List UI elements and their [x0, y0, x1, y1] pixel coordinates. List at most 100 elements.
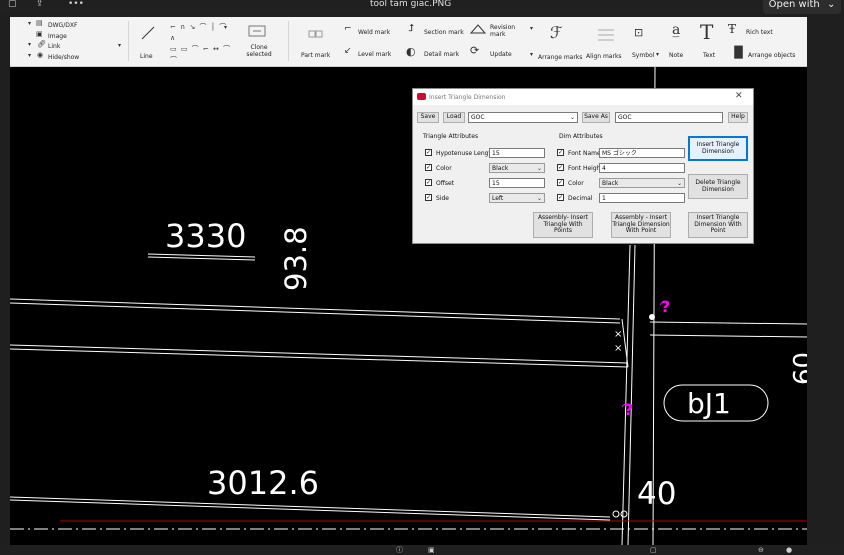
chevron-down-icon[interactable]: ▾ [530, 26, 533, 32]
chevron-down-icon[interactable]: ▾ [28, 21, 31, 27]
dim-color-select[interactable]: Black ⌄ [599, 178, 685, 188]
dim-color-checkbox[interactable]: ✓ [557, 179, 564, 186]
font-name-checkbox[interactable]: ✓ [557, 149, 564, 156]
hypotenuse-checkbox[interactable]: ✓ [425, 149, 432, 156]
line-icon[interactable] [140, 25, 156, 41]
arrange-marks-icon[interactable]: ℱ [550, 25, 563, 41]
dwg-icon: ▤ [36, 19, 43, 27]
align-marks-icon[interactable] [596, 27, 616, 43]
font-name-input[interactable]: MS ゴシック [599, 148, 685, 158]
image-icon[interactable]: ▢ [8, 0, 17, 9]
color-label: Color [436, 165, 452, 172]
assembly-insert-with-point-button[interactable]: Assembly - Insert Triangle Dimension Wit… [611, 212, 671, 238]
rich-text-icon[interactable]: Ŧ [728, 23, 736, 35]
revision-mark-icon[interactable] [470, 24, 486, 34]
save-as-name-input[interactable]: GOC [615, 112, 723, 123]
weld-mark-button[interactable]: Weld mark [358, 29, 390, 36]
chevron-down-icon[interactable]: ▾ [530, 52, 533, 58]
triangle-attributes-group: Triangle Attributes [423, 133, 479, 140]
question-mark: ? [661, 297, 671, 316]
load-button[interactable]: Load [443, 112, 465, 123]
symbol-icon[interactable]: ⊡ [634, 27, 643, 38]
fit-icon[interactable]: ▢ [650, 546, 657, 554]
weld-mark-icon[interactable]: ⌐ [344, 25, 352, 34]
line-button[interactable]: Line [140, 53, 153, 60]
zoom-out-icon[interactable]: ⊖ [758, 546, 764, 554]
detail-mark-icon[interactable]: ◐ [406, 46, 416, 57]
color-select[interactable]: Black ⌄ [489, 163, 545, 173]
font-height-input[interactable]: 4 [599, 163, 685, 173]
beam-line [10, 302, 621, 324]
hide-show-button[interactable]: Hide/show [48, 54, 79, 61]
open-with-button[interactable]: Open with ⌄ [763, 0, 841, 14]
hypotenuse-input[interactable]: 15 [489, 148, 545, 158]
offset-checkbox[interactable]: ✓ [425, 179, 432, 186]
align-marks-button[interactable]: Align marks [586, 53, 622, 60]
part-mark-button[interactable]: Part mark [301, 52, 330, 59]
arrange-marks-button[interactable]: Arrange marks [538, 54, 582, 61]
symbol-button[interactable]: Symbol [632, 52, 654, 59]
save-button[interactable]: Save [417, 112, 439, 123]
decimal-checkbox[interactable]: ✓ [557, 194, 564, 201]
chevron-down-icon[interactable]: ▾ [28, 42, 31, 48]
assembly-insert-with-points-button[interactable]: Assembly- Insert Triangle With Points [533, 212, 593, 238]
arrange-objects-button[interactable]: Arrange objects [748, 52, 795, 59]
preset-select[interactable]: GOC ⌄ [468, 112, 578, 123]
link-button[interactable]: Link [48, 43, 60, 50]
shape-row[interactable]: ▭ ▭ ⌒ ⌐ ↔ ⌒ ⌒ [170, 44, 236, 66]
text-icon[interactable]: T [700, 22, 713, 42]
rich-text-button[interactable]: Rich text [746, 29, 773, 36]
more-icon[interactable]: ••• [68, 0, 84, 9]
open-with-label: Open with [768, 0, 820, 10]
offset-input[interactable]: 15 [489, 178, 545, 188]
dialog-titlebar[interactable]: Insert Triangle Dimension ✕ [413, 89, 753, 105]
font-height-checkbox[interactable]: ✓ [557, 164, 564, 171]
side-checkbox[interactable]: ✓ [425, 194, 432, 201]
cross-mark: × [614, 329, 622, 340]
chevron-down-icon[interactable]: ▾ [118, 43, 121, 49]
chevron-down-icon[interactable]: ▾ [28, 53, 31, 59]
zoom-slider-thumb[interactable]: ● [786, 546, 792, 554]
clone-icon[interactable] [248, 25, 266, 37]
close-icon[interactable]: ✕ [735, 91, 743, 101]
app-icon [417, 93, 426, 100]
level-mark-button[interactable]: Level mark [358, 51, 391, 58]
color-checkbox[interactable]: ✓ [425, 164, 432, 171]
image-button[interactable]: Image [48, 33, 67, 40]
decimal-input[interactable]: 1 [599, 193, 685, 203]
arrange-objects-icon[interactable]: ▐▌ [730, 47, 747, 58]
update-icon[interactable]: ⟳ [470, 45, 479, 56]
photo-viewer-bar: ▢ ⇪ ••• tool tam giac.PNG Open with ⌄ [0, 0, 844, 14]
dimension-93-8: 93.8 [279, 226, 313, 291]
font-name-label: Font Name [568, 150, 601, 157]
delete-triangle-dimension-button[interactable]: Delete Triangle Dimension [688, 174, 748, 199]
save-as-button[interactable]: Save As [582, 112, 610, 123]
level-mark-icon[interactable]: ↙ [344, 47, 352, 56]
insert-triangle-dimension-button[interactable]: Insert Triangle Dimension [688, 136, 748, 161]
help-button[interactable]: Help [728, 112, 748, 123]
note-icon[interactable]: a̲ [672, 23, 680, 37]
side-label: Side [436, 195, 449, 202]
update-button[interactable]: Update [490, 51, 512, 58]
part-mark-icon[interactable] [308, 29, 324, 41]
section-mark-icon[interactable]: ⮥ [408, 24, 414, 34]
detail-mark-button[interactable]: Detail mark [424, 51, 459, 58]
chevron-down-icon[interactable]: ▾ [224, 25, 227, 31]
section-mark-button[interactable]: Section mark [424, 29, 464, 36]
insert-with-point-button[interactable]: Insert Triangle Dimension With Point [688, 212, 748, 238]
revision-mark-button[interactable]: Revision mark [490, 24, 530, 38]
chevron-down-icon[interactable]: ▾ [656, 52, 659, 58]
dwg-dxf-button[interactable]: DWG/DXF [48, 22, 77, 29]
cross-mark: × [614, 343, 622, 354]
edit-icon[interactable]: ▣ [428, 546, 435, 554]
side-select[interactable]: Left ⌄ [489, 193, 545, 203]
clone-selected-button[interactable]: Clone selected [244, 44, 274, 58]
text-button[interactable]: Text [703, 52, 715, 59]
info-icon[interactable]: ⓘ [396, 546, 403, 554]
dimension-40: 40 [637, 476, 677, 512]
note-button[interactable]: Note [669, 52, 683, 59]
share-icon[interactable]: ⇪ [36, 0, 44, 9]
screen: ▢ ⇪ ••• tool tam giac.PNG Open with ⌄ ▾ … [0, 0, 844, 555]
eye-icon: ◉ [37, 51, 44, 59]
dimension-underline [147, 256, 256, 261]
